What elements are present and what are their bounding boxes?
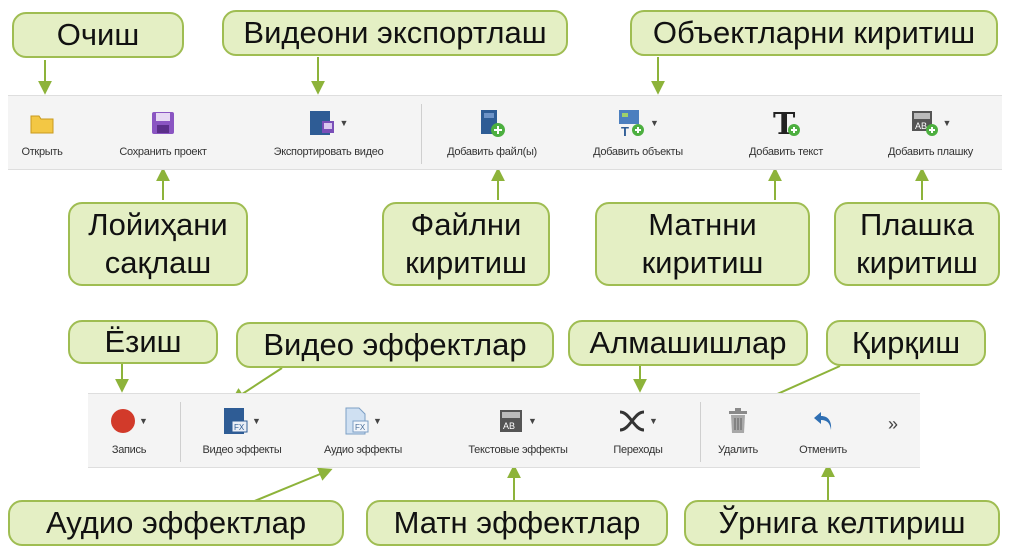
add-objects-button[interactable]: T ▼ Добавить объекты [578,96,698,158]
effects-toolbar: ▼ Запись FX ▼ Видео эффекты FX ▼ Аудио эфф… [88,393,920,468]
video-effects-button[interactable]: FX ▼ Видео эффекты [188,394,296,456]
video-effects-label: Видео эффекты [202,444,282,456]
record-button[interactable]: ▼ Запись [94,394,164,456]
chevron-down-icon[interactable]: ▼ [650,118,659,128]
transitions-label: Переходы [613,444,663,456]
folder-icon [30,115,54,134]
add-plate-button[interactable]: AB ▼ Добавить плашку [863,96,998,158]
export-video-button[interactable]: ▼ Экспортировать видео [246,96,411,158]
callout-audio-effects: Аудио эффектлар [8,500,344,546]
transitions-button[interactable]: ▼ Переходы [603,394,673,456]
record-icon [111,409,136,433]
svg-text:FX: FX [355,423,366,432]
toolbar-divider [421,104,422,164]
add-text-button[interactable]: T Добавить текст [726,96,846,158]
add-objects-icon: T [619,110,645,138]
callout-undo: Ўрнига келтириш [684,500,1000,546]
svg-text:T: T [621,124,629,138]
export-video-label: Экспортировать видео [273,146,384,158]
add-plate-icon: AB [911,111,938,136]
chevron-down-icon[interactable]: ▼ [340,118,349,128]
callout-add-objects: Объектларни киритиш [630,10,998,56]
delete-label: Удалить [718,444,758,456]
audio-effects-label: Аудио эффекты [324,444,402,456]
text-effects-icon: AB [500,410,523,432]
open-label: Открыть [21,146,63,158]
callout-add-files: Файлни киритиш [382,202,550,286]
callout-video-effects: Видео эффектлар [236,322,554,368]
transitions-icon [619,410,645,432]
chevron-down-icon[interactable]: ▼ [649,416,658,426]
callout-export-video: Видеони экспортлаш [222,10,568,56]
callout-add-plate: Плашка киритиш [834,202,1000,286]
add-files-button[interactable]: Добавить файл(ы) [432,96,552,158]
save-project-button[interactable]: Сохранить проект [98,96,228,158]
save-project-label: Сохранить проект [119,146,207,158]
add-text-label: Добавить текст [749,146,823,158]
more-tools-button[interactable]: » [888,414,898,435]
text-effects-label: Текстовые эффекты [468,444,568,456]
record-label: Запись [111,444,147,456]
undo-icon [814,412,832,430]
svg-text:FX: FX [234,423,245,432]
callout-save-project: Лойиҳани сақлаш [68,202,248,286]
toolbar-divider [700,402,701,462]
trash-icon [729,408,747,433]
svg-text:AB: AB [915,121,927,131]
floppy-disk-icon [152,112,174,134]
main-toolbar: Открыть Сохранить проект ▼ Экспортироват… [8,95,1002,170]
text-effects-button[interactable]: AB ▼ Текстовые эффекты [438,394,598,456]
callout-add-text: Матнни киритиш [595,202,810,286]
callout-text-effects: Матн эффектлар [366,500,668,546]
chevron-down-icon[interactable]: ▼ [528,416,537,426]
chevron-down-icon[interactable]: ▼ [139,416,148,426]
callout-open: Очиш [12,12,184,58]
svg-text:AB: AB [503,421,515,431]
chevron-down-icon[interactable]: ▼ [373,416,382,426]
callout-cut: Қирқиш [826,320,986,366]
chevron-down-icon[interactable]: ▼ [252,416,261,426]
add-text-icon: T [773,108,800,138]
callout-transitions: Алмашишлар [568,320,808,366]
add-objects-label: Добавить объекты [593,146,683,158]
add-file-icon [481,110,505,137]
add-files-label: Добавить файл(ы) [447,146,537,158]
export-video-icon [309,111,334,135]
chevron-down-icon[interactable]: ▼ [943,118,952,128]
callout-record: Ёзиш [68,320,218,364]
video-effects-icon: FX [224,408,248,434]
toolbar-divider [180,402,181,462]
undo-button[interactable]: Отменить [788,394,858,456]
open-button[interactable]: Открыть [12,96,72,158]
add-plate-label: Добавить плашку [888,146,973,158]
undo-label: Отменить [799,444,847,456]
audio-effects-button[interactable]: FX ▼ Аудио эффекты [308,394,418,456]
audio-effects-icon: FX [345,407,369,435]
delete-button[interactable]: Удалить [708,394,768,456]
